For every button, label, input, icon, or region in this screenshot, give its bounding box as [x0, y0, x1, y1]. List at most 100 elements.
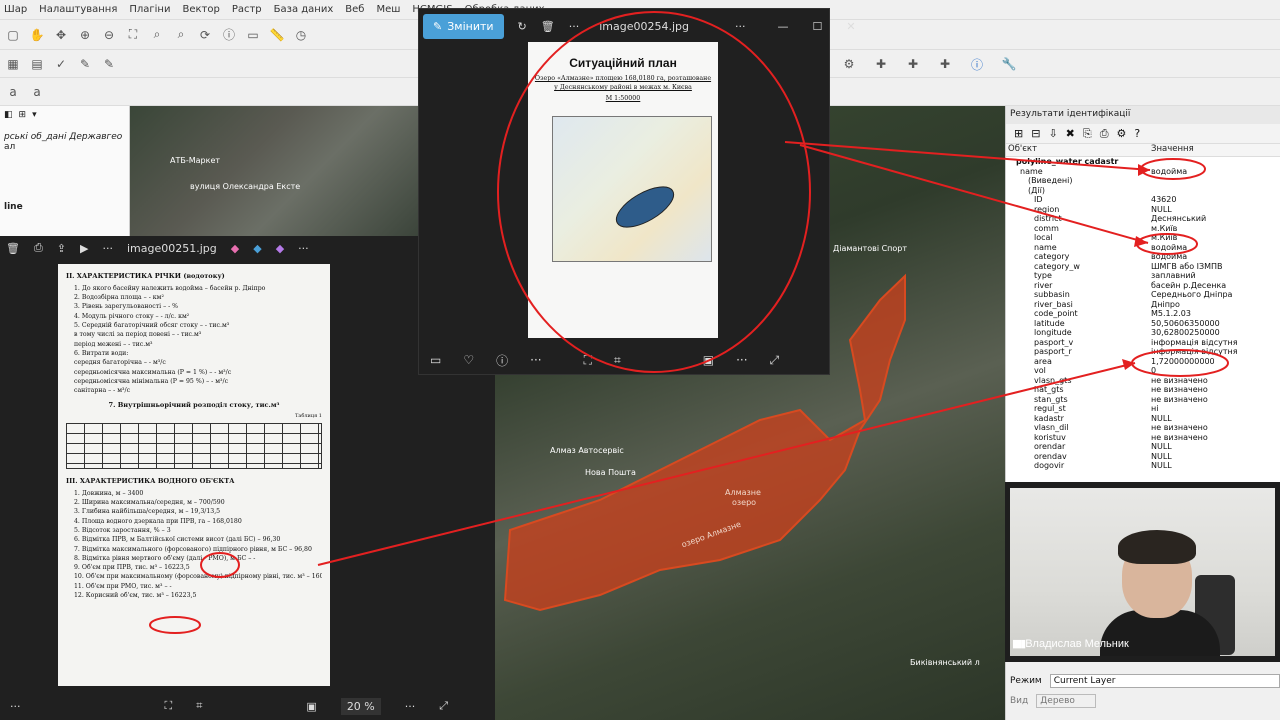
- close-icon[interactable]: ✕: [846, 20, 855, 33]
- more-icon[interactable]: ···: [569, 20, 580, 33]
- digitize-icon[interactable]: ▦: [4, 55, 22, 73]
- map-canvas-top[interactable]: вулиця Олександра Ексте АТБ-Маркет: [130, 106, 420, 236]
- attribute-row[interactable]: hat_gts не визначено: [1006, 385, 1280, 395]
- attribute-row[interactable]: latitude 50,50606350000: [1006, 319, 1280, 329]
- identify-icon[interactable]: ⓘ: [220, 26, 238, 44]
- layer-item[interactable]: рські об_дані Державгео: [4, 132, 125, 142]
- attribute-row[interactable]: orendar NULL: [1006, 442, 1280, 452]
- attribute-row[interactable]: regul_st ні: [1006, 404, 1280, 414]
- attribute-row[interactable]: kadastr NULL: [1006, 414, 1280, 424]
- crop-icon[interactable]: ⌗: [196, 699, 202, 713]
- print-icon[interactable]: ⎙: [1100, 127, 1109, 141]
- select-icon[interactable]: ▭: [244, 26, 262, 44]
- attribute-row[interactable]: koristuv не визначено: [1006, 433, 1280, 443]
- add-group-icon[interactable]: ⊞: [19, 110, 27, 124]
- fit-icon[interactable]: ⛶: [165, 699, 173, 713]
- attribute-row[interactable]: name водойма: [1006, 243, 1280, 253]
- view-select[interactable]: Дерево: [1036, 694, 1097, 708]
- plugin-icon[interactable]: ⚙: [840, 55, 858, 73]
- pan-icon[interactable]: ✋: [28, 26, 46, 44]
- new-project-icon[interactable]: ▢: [4, 26, 22, 44]
- zoom-out-icon[interactable]: ▣: [306, 700, 316, 713]
- attribute-row[interactable]: river_basi Дніпро: [1006, 300, 1280, 310]
- share-icon[interactable]: ⇪: [57, 242, 66, 255]
- wrench-icon[interactable]: 🔧: [1000, 55, 1018, 73]
- more-icon[interactable]: ···: [102, 242, 113, 255]
- more-icon[interactable]: ···: [735, 20, 746, 33]
- zoom-icon[interactable]: ▣: [703, 353, 714, 367]
- settings-icon[interactable]: ⚙: [1117, 127, 1127, 140]
- menu-item[interactable]: База даних: [274, 4, 334, 15]
- attribute-row[interactable]: category_w ШМГВ або ІЗМПВ: [1006, 262, 1280, 272]
- copilot-icon[interactable]: ◆: [231, 242, 239, 255]
- info-icon[interactable]: ⓘ: [496, 352, 508, 369]
- attribute-row[interactable]: vlasn_dil не визначено: [1006, 423, 1280, 433]
- expand-icon[interactable]: ⊞: [1014, 127, 1023, 140]
- clock-icon[interactable]: ◷: [292, 26, 310, 44]
- zoom-layer-icon[interactable]: ⌕: [148, 26, 166, 44]
- more-icon[interactable]: ···: [530, 353, 541, 367]
- root-row[interactable]: name водойма: [1006, 167, 1280, 177]
- attribute-row[interactable]: vlasn_gts не визначено: [1006, 376, 1280, 386]
- zoom-in-icon[interactable]: ⊕: [76, 26, 94, 44]
- measure-icon[interactable]: 📏: [268, 26, 286, 44]
- favorite-icon[interactable]: ♡: [463, 353, 474, 367]
- layer-row[interactable]: polyline_water cadastr: [1006, 157, 1280, 167]
- app2-icon[interactable]: ◆: [276, 242, 284, 255]
- layer-icon[interactable]: ✚: [936, 55, 954, 73]
- attribute-row[interactable]: pasport_r інформація відсутня: [1006, 347, 1280, 357]
- attribute-row[interactable]: code_point M5.1.2.03: [1006, 309, 1280, 319]
- more-icon[interactable]: ···: [736, 353, 747, 367]
- expand-row[interactable]: (Виведені): [1006, 176, 1280, 186]
- expand-row[interactable]: (Дії): [1006, 186, 1280, 196]
- collapse-icon[interactable]: ⊟: [1031, 127, 1040, 140]
- attribute-row[interactable]: district Деснянський: [1006, 214, 1280, 224]
- video-icon[interactable]: ▶: [80, 242, 88, 255]
- zoom-selection-icon[interactable]: ⌕: [172, 26, 190, 44]
- attribute-row[interactable]: stan_gts не визначено: [1006, 395, 1280, 405]
- attribute-row[interactable]: longitude 30,62800250000: [1006, 328, 1280, 338]
- more-icon[interactable]: ···: [10, 700, 21, 713]
- edit-pencil2-icon[interactable]: ✎: [100, 55, 118, 73]
- label-icon[interactable]: a: [4, 83, 22, 101]
- help-icon[interactable]: ⓘ: [968, 55, 986, 73]
- layer-item[interactable]: ал: [4, 142, 125, 152]
- attribute-row[interactable]: type заплавний: [1006, 271, 1280, 281]
- more-icon[interactable]: ···: [405, 700, 416, 713]
- attribute-row[interactable]: ID 43620: [1006, 195, 1280, 205]
- attribute-row[interactable]: region NULL: [1006, 205, 1280, 215]
- check-icon[interactable]: ✓: [52, 55, 70, 73]
- layer-item[interactable]: line: [4, 202, 125, 212]
- attribute-row[interactable]: orendav NULL: [1006, 452, 1280, 462]
- zoom-out-icon[interactable]: ⊖: [100, 26, 118, 44]
- copy-icon[interactable]: ⎘: [1083, 127, 1092, 141]
- maximize-icon[interactable]: ☐: [813, 20, 823, 33]
- menu-item[interactable]: Налаштування: [39, 4, 117, 15]
- attribute-row[interactable]: pasport_v інформація відсутня: [1006, 338, 1280, 348]
- attribute-row[interactable]: local м.Київ: [1006, 233, 1280, 243]
- app-icon[interactable]: ◆: [253, 242, 261, 255]
- minimize-icon[interactable]: —: [778, 20, 789, 33]
- label2-icon[interactable]: a: [28, 83, 46, 101]
- attribute-row[interactable]: river басейн р.Десенка: [1006, 281, 1280, 291]
- rotate-icon[interactable]: ↻: [518, 20, 527, 33]
- table-icon[interactable]: ▤: [28, 55, 46, 73]
- menu-item[interactable]: Меш: [376, 4, 400, 15]
- fit-icon[interactable]: ⛶: [584, 353, 592, 368]
- menu-item[interactable]: Вектор: [182, 4, 219, 15]
- print-icon[interactable]: ⎙: [34, 241, 43, 255]
- delete-icon[interactable]: 🗑: [541, 20, 555, 33]
- expand-new-icon[interactable]: ⇩: [1048, 127, 1057, 140]
- layer-style-icon[interactable]: ◧: [4, 110, 13, 124]
- clear-icon[interactable]: ✖: [1066, 127, 1075, 140]
- filmstrip-icon[interactable]: ▭: [430, 353, 441, 367]
- attribute-row[interactable]: area 1,72000000000: [1006, 357, 1280, 367]
- delete-icon[interactable]: 🗑: [6, 242, 20, 255]
- help-icon[interactable]: ?: [1134, 127, 1140, 140]
- attribute-row[interactable]: subbasin Середнього Дніпра: [1006, 290, 1280, 300]
- zoom-value[interactable]: 20 %: [340, 697, 381, 715]
- edit-button[interactable]: ✎ Змінити: [423, 13, 504, 39]
- filter-icon[interactable]: ▾: [32, 110, 37, 124]
- snap-icon[interactable]: ✚: [904, 55, 922, 73]
- menu-item[interactable]: Растр: [232, 4, 262, 15]
